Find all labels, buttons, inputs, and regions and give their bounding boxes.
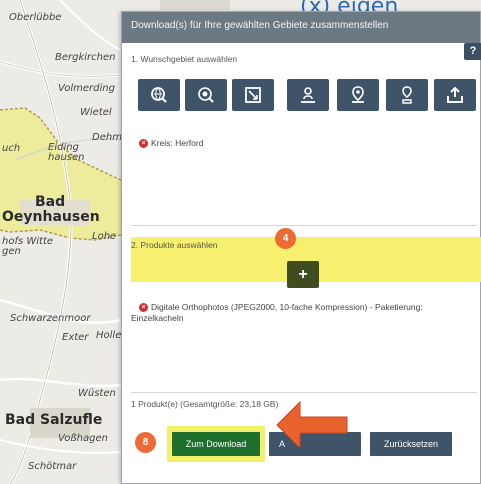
map-label: Exter bbox=[62, 332, 89, 343]
map-label: Oberlübbe bbox=[9, 12, 62, 23]
divider bbox=[131, 225, 477, 226]
map-label: uch bbox=[2, 143, 21, 154]
product-summary: 1 Produkt(e) (Gesamtgröße: 23,18 GB) bbox=[131, 399, 279, 409]
selected-product: Digitale Orthophotos (JPEG2000, 10-fache… bbox=[131, 302, 423, 323]
user-pin-icon bbox=[402, 86, 412, 104]
divider bbox=[131, 392, 477, 393]
step-badge: 4 bbox=[275, 228, 296, 249]
upload-button[interactable] bbox=[434, 79, 476, 111]
location-pin-icon bbox=[352, 86, 364, 103]
upload-icon bbox=[447, 86, 463, 103]
map-label: Volmerding bbox=[58, 83, 115, 94]
location-pin-button[interactable] bbox=[337, 79, 379, 111]
road bbox=[0, 377, 122, 388]
download-button[interactable]: Zum Download bbox=[172, 432, 260, 456]
section-area-title: 1. Wunschgebiet auswählen bbox=[131, 54, 238, 64]
person-pin-button[interactable] bbox=[287, 79, 329, 111]
dialog-title: Download(s) für Ihre gewählten Gebiete z… bbox=[122, 12, 480, 43]
globe-search-icon bbox=[151, 87, 167, 103]
help-button[interactable]: ? bbox=[464, 43, 481, 60]
map-label: Wüsten bbox=[78, 388, 116, 399]
map-label: Oeynhausen bbox=[2, 209, 100, 225]
target-search-icon bbox=[198, 87, 214, 103]
map-label: hofs Witte gen bbox=[2, 236, 54, 257]
rectangle-select-icon bbox=[245, 87, 261, 103]
map-label: Bad Salzufle bbox=[5, 412, 103, 428]
map-label: Bad bbox=[35, 194, 66, 210]
add-product-button[interactable]: + bbox=[287, 261, 319, 288]
remove-area-icon[interactable]: × bbox=[139, 139, 148, 148]
map-label: Voßhagen bbox=[58, 433, 108, 444]
step-badge: 8 bbox=[135, 432, 156, 453]
map-label: Wietel bbox=[80, 107, 112, 118]
target-search-button[interactable] bbox=[185, 79, 227, 111]
map-label: Bergkirchen bbox=[55, 52, 116, 63]
person-pin-icon bbox=[301, 87, 315, 103]
road bbox=[0, 60, 122, 78]
map-label: Lohe bbox=[92, 231, 117, 242]
road bbox=[59, 0, 122, 51]
map-label: Eiding hausen bbox=[48, 142, 85, 163]
section-products-title: 2. Produkte auswählen bbox=[131, 240, 218, 250]
download-dialog: Download(s) für Ihre gewählten Gebiete z… bbox=[121, 11, 481, 484]
map-label: Schwarzenmoor bbox=[10, 313, 91, 324]
globe-search-button[interactable] bbox=[138, 79, 180, 111]
selected-area: Kreis: Herford bbox=[151, 138, 204, 148]
reset-button[interactable]: Zurücksetzen bbox=[370, 432, 452, 456]
rectangle-select-button[interactable] bbox=[232, 79, 274, 111]
arrow-annotation bbox=[276, 400, 348, 447]
map-label: Schötmar bbox=[28, 461, 77, 472]
user-pin-button[interactable] bbox=[386, 79, 428, 111]
